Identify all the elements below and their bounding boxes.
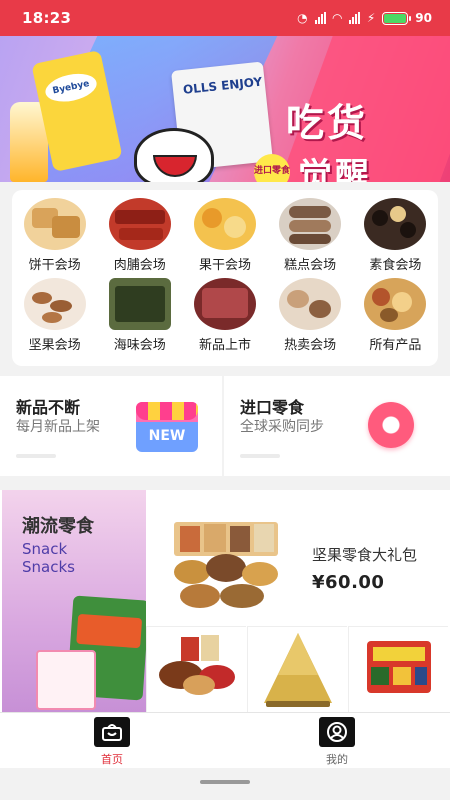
all-products-icon	[364, 278, 427, 330]
user-icon	[319, 717, 355, 747]
category-label: 新品上市	[198, 338, 251, 353]
category-new-products[interactable]: 新品上市	[185, 278, 265, 358]
new-products-card[interactable]: 新品不断 每月新品上架 NEW	[0, 376, 222, 476]
featured-product[interactable]: 坚果零食大礼包 ¥60.00	[148, 504, 446, 624]
status-time: 18:23	[22, 9, 72, 27]
nuts-icon	[23, 278, 86, 330]
battery-level: 90	[415, 11, 432, 25]
product-thumbnail[interactable]	[146, 626, 246, 712]
nuts-gift-pack-image	[174, 522, 278, 608]
jerky-icon	[108, 198, 171, 250]
tab-home[interactable]: 首页	[77, 717, 147, 767]
category-jerky[interactable]: 肉脯会场	[100, 198, 180, 278]
category-dried-fruit[interactable]: 果干会场	[185, 198, 265, 278]
home-bag-icon	[94, 717, 130, 747]
category-label: 热卖会场	[284, 338, 337, 353]
new-shop-icon: NEW	[136, 402, 198, 452]
battery-icon	[382, 11, 412, 25]
new-icon-text: NEW	[148, 428, 186, 444]
snack-box-image	[367, 641, 431, 693]
snack-bag-image	[36, 650, 96, 710]
card-subtitle: 全球采购同步	[240, 419, 324, 435]
category-label: 海味会场	[113, 338, 166, 353]
category-label: 饼干会场	[28, 258, 81, 273]
pastry-icon	[279, 198, 342, 250]
bottom-navigation: 首页 我的	[0, 712, 450, 768]
snack-bowl-image	[159, 635, 235, 695]
dried-fruit-icon	[193, 198, 256, 250]
category-vegetarian[interactable]: 素食会场	[355, 198, 435, 278]
chocolate-tower-image	[264, 633, 332, 707]
category-grid: 饼干会场 肉脯会场 果干会场 糕点会场 素食会场 坚果会场 海味会场 新品上市 …	[12, 190, 438, 366]
signal-icon	[314, 12, 326, 24]
product-thumbnail[interactable]	[247, 626, 347, 712]
status-icons: ◔ ◠ ⚡ 90	[297, 11, 432, 25]
home-indicator[interactable]	[200, 780, 250, 784]
category-pastry[interactable]: 糕点会场	[270, 198, 350, 278]
product-name: 坚果零食大礼包	[312, 546, 418, 564]
category-label: 糕点会场	[284, 258, 337, 273]
wifi-icon: ◠	[332, 11, 342, 25]
alarm-icon: ◔	[297, 11, 308, 25]
category-hot-sale[interactable]: 热卖会场	[270, 278, 350, 358]
signal-2-icon	[348, 12, 360, 24]
category-label: 素食会场	[369, 258, 422, 273]
banner-subtitle: 觉醒	[298, 156, 372, 182]
category-seaweed[interactable]: 海味会场	[100, 278, 180, 358]
brand-logo: OLLS ENJOY	[182, 74, 263, 97]
category-label: 坚果会场	[28, 338, 81, 353]
category-all-products[interactable]: 所有产品	[355, 278, 435, 358]
tab-label: 我的	[326, 753, 348, 766]
category-nuts[interactable]: 坚果会场	[15, 278, 95, 358]
biscuit-icon	[23, 198, 86, 250]
section-subtitle: Snack	[22, 540, 68, 558]
donut-icon	[368, 402, 414, 448]
card-divider	[16, 454, 56, 458]
brand-logo: Byebye	[42, 69, 100, 106]
vegetarian-icon	[364, 198, 427, 250]
card-title: 新品不断	[16, 398, 81, 417]
category-biscuit[interactable]: 饼干会场	[15, 198, 95, 278]
new-product-icon	[193, 278, 256, 330]
category-label: 所有产品	[369, 338, 422, 353]
section-subtitle: Snacks	[22, 558, 75, 576]
category-label: 果干会场	[198, 258, 251, 273]
card-divider	[240, 454, 280, 458]
hot-sale-icon	[279, 278, 342, 330]
seaweed-icon	[108, 278, 171, 330]
imported-snacks-card[interactable]: 进口零食 全球采购同步	[224, 376, 450, 476]
product-price: ¥60.00	[312, 572, 385, 593]
charging-icon: ⚡	[366, 11, 376, 25]
card-subtitle: 每月新品上架	[16, 419, 100, 435]
tab-label: 首页	[101, 753, 123, 766]
cartoon-face-image	[134, 128, 214, 182]
tab-me[interactable]: 我的	[302, 717, 372, 767]
trendy-snacks-banner[interactable]: 潮流零食 Snack Snacks	[2, 490, 146, 712]
promo-banner[interactable]: Byebye OLLS ENJOY 吃货 进口零食 觉醒	[0, 36, 450, 182]
product-thumbnail[interactable]	[348, 626, 448, 712]
status-bar: 18:23 ◔ ◠ ⚡ 90	[0, 0, 450, 36]
card-title: 进口零食	[240, 398, 305, 417]
banner-badge: 进口零食	[254, 154, 290, 182]
category-label: 肉脯会场	[113, 258, 166, 273]
trendy-snacks-section: 潮流零食 Snack Snacks 坚果零食大礼包 ¥60.00	[0, 490, 450, 712]
banner-title: 吃货	[286, 101, 369, 145]
section-title: 潮流零食	[22, 516, 94, 537]
